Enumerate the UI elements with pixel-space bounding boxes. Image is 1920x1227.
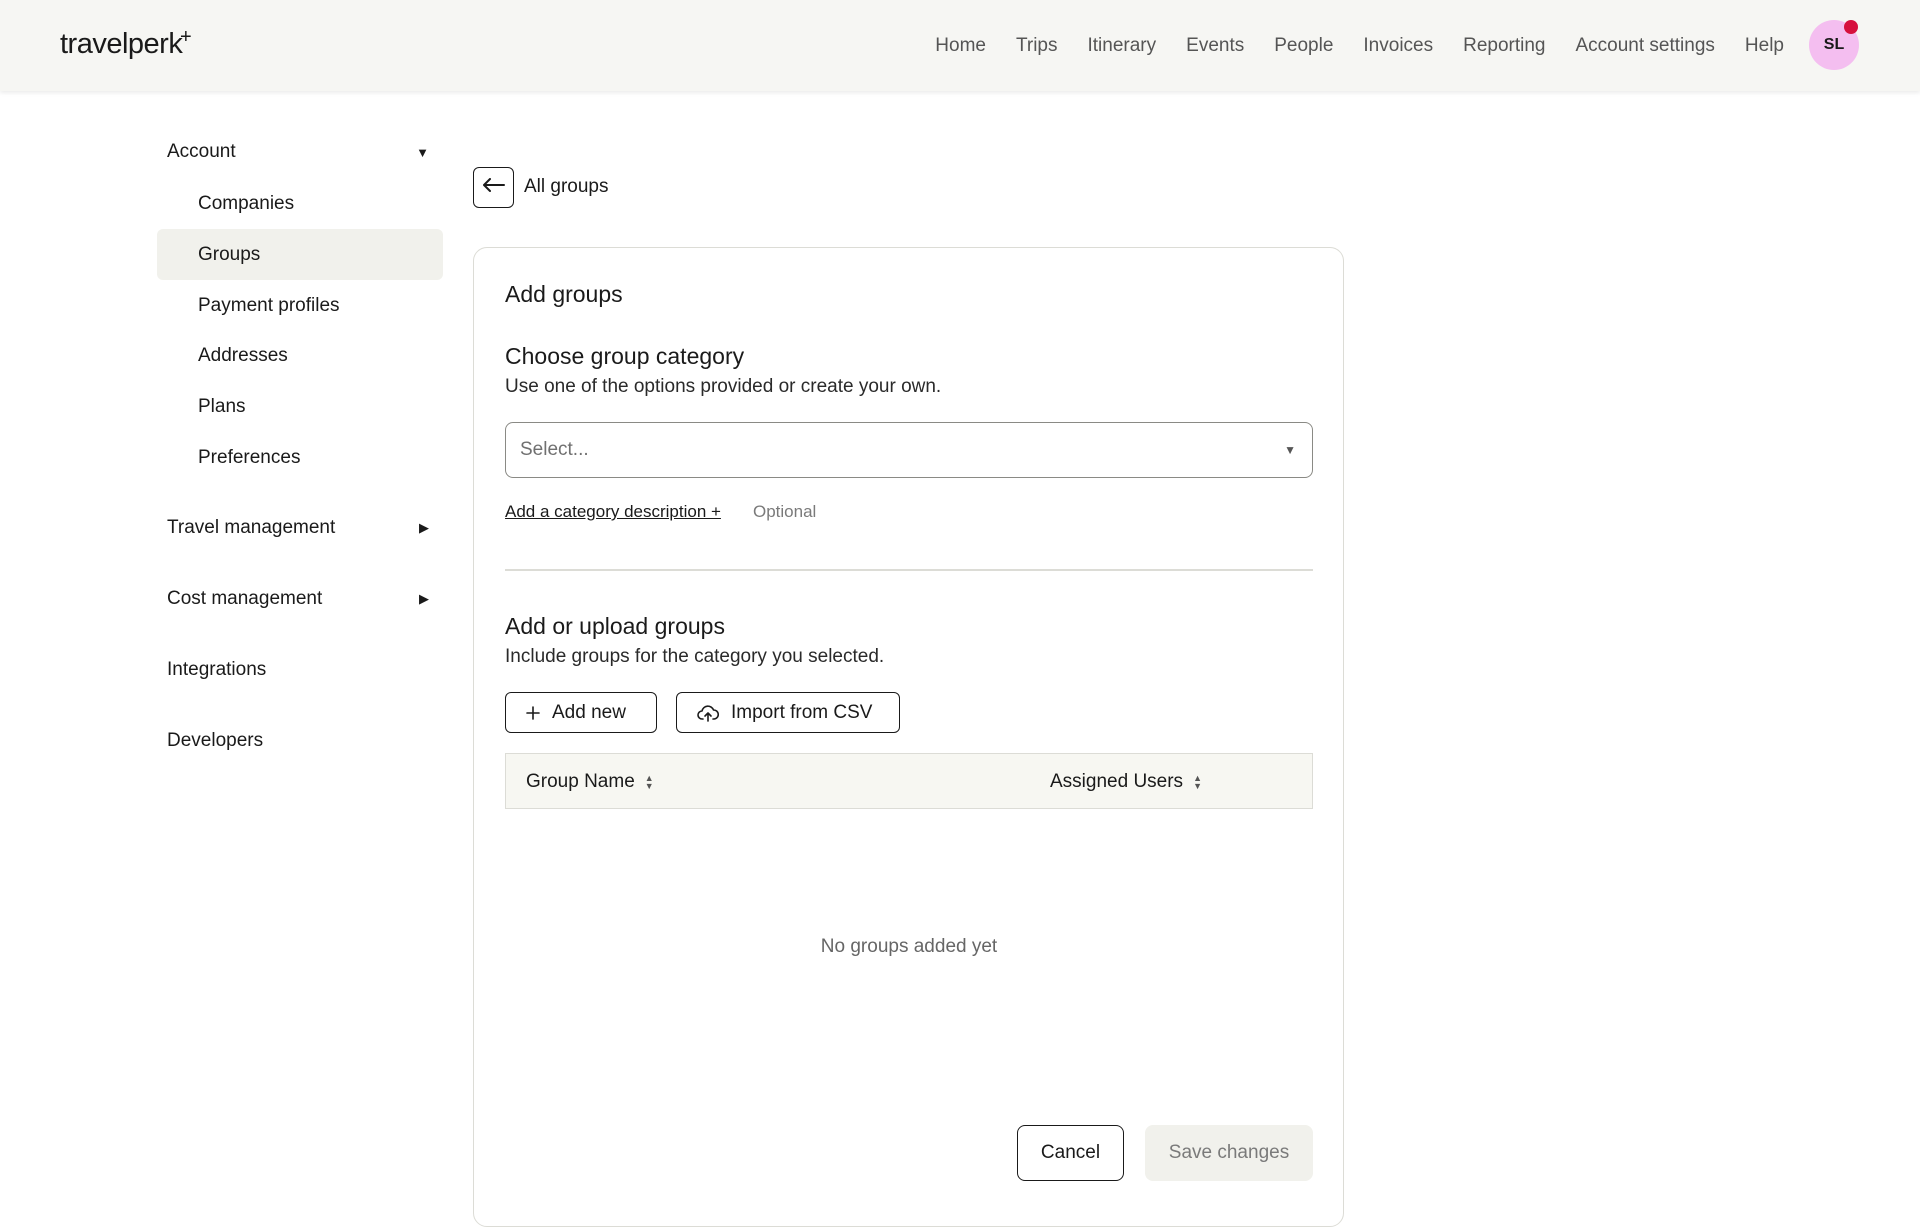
sidebar-item-companies[interactable]: Companies: [157, 178, 443, 229]
sort-icon: ▲ ▼: [1193, 773, 1202, 791]
arrow-left-icon: [482, 178, 505, 197]
select-placeholder: Select...: [520, 439, 589, 460]
sidebar-section-cost-management[interactable]: Cost management ▶: [167, 577, 437, 621]
notification-dot: [1844, 20, 1858, 34]
sort-icon: ▲ ▼: [644, 773, 654, 791]
main-nav: Home Trips Itinerary Events People Invoi…: [905, 0, 1784, 91]
sidebar-item-plans[interactable]: Plans: [157, 381, 443, 432]
sidebar-section-developers[interactable]: Developers: [167, 719, 437, 763]
travelperk-logo[interactable]: travelperk: [60, 28, 183, 61]
sidebar-section-label: Cost management: [167, 588, 323, 609]
column-header-assigned-users[interactable]: Assigned Users ▲ ▼: [1050, 754, 1202, 810]
top-navigation-bar: travelperk + Home Trips Itinerary Events…: [0, 0, 1920, 91]
add-new-label: Add new: [552, 701, 626, 723]
sidebar-section-integrations[interactable]: Integrations: [167, 648, 437, 692]
logo-plus-mark: +: [180, 26, 192, 48]
sidebar-section-travel-management[interactable]: Travel management ▶: [167, 506, 437, 550]
nav-help[interactable]: Help: [1745, 35, 1784, 57]
sidebar-section-label: Integrations: [167, 659, 267, 680]
import-csv-button[interactable]: Import from CSV: [676, 692, 900, 733]
sidebar-item-preferences[interactable]: Preferences: [157, 432, 443, 483]
add-new-button[interactable]: Add new: [505, 692, 657, 733]
column-label: Group Name: [526, 771, 635, 792]
plus-icon: [526, 705, 540, 720]
sidebar-section-label: Account: [167, 141, 236, 162]
nav-invoices[interactable]: Invoices: [1363, 35, 1433, 57]
sidebar-item-payment-profiles[interactable]: Payment profiles: [157, 280, 443, 331]
chevron-down-icon: ▼: [1284, 443, 1296, 457]
nav-home[interactable]: Home: [935, 35, 986, 57]
column-header-group-name[interactable]: Group Name ▲ ▼: [526, 754, 654, 810]
sidebar-item-groups[interactable]: Groups: [157, 229, 443, 280]
nav-itinerary[interactable]: Itinerary: [1088, 35, 1157, 57]
cancel-button[interactable]: Cancel: [1017, 1125, 1124, 1181]
caret-right-icon: ▶: [419, 520, 429, 535]
nav-account-settings[interactable]: Account settings: [1576, 35, 1715, 57]
groups-table-header: Group Name ▲ ▼ Assigned Users ▲ ▼: [505, 753, 1313, 809]
nav-trips[interactable]: Trips: [1016, 35, 1058, 57]
nav-events[interactable]: Events: [1186, 35, 1244, 57]
empty-state-message: No groups added yet: [820, 936, 998, 957]
choose-category-subtitle: Use one of the options provided or creat…: [505, 376, 942, 397]
optional-label: Optional: [753, 502, 817, 521]
nav-reporting[interactable]: Reporting: [1463, 35, 1545, 57]
cloud-upload-icon: [697, 704, 719, 722]
add-groups-card: Add groups Choose group category Use one…: [473, 247, 1344, 1227]
add-category-description-link[interactable]: Add a category description +: [505, 502, 721, 522]
card-title: Add groups: [505, 281, 623, 307]
nav-people[interactable]: People: [1274, 35, 1333, 57]
sidebar-item-addresses[interactable]: Addresses: [157, 330, 443, 381]
section-divider: [505, 569, 1313, 571]
all-groups-link[interactable]: All groups: [524, 176, 609, 198]
sidebar-section-account[interactable]: Account ▼: [167, 130, 437, 174]
upload-groups-title: Add or upload groups: [505, 613, 725, 639]
choose-category-title: Choose group category: [505, 343, 745, 369]
save-changes-button[interactable]: Save changes: [1145, 1125, 1313, 1181]
column-label: Assigned Users: [1050, 771, 1184, 792]
import-csv-label: Import from CSV: [731, 701, 873, 723]
upload-groups-subtitle: Include groups for the category you sele…: [505, 646, 885, 667]
sidebar-section-label: Developers: [167, 730, 264, 751]
category-select[interactable]: Select... ▼: [505, 422, 1313, 478]
caret-right-icon: ▶: [419, 591, 429, 606]
sidebar-section-label: Travel management: [167, 517, 336, 538]
caret-down-icon: ▼: [416, 144, 429, 160]
back-button[interactable]: [473, 167, 514, 208]
